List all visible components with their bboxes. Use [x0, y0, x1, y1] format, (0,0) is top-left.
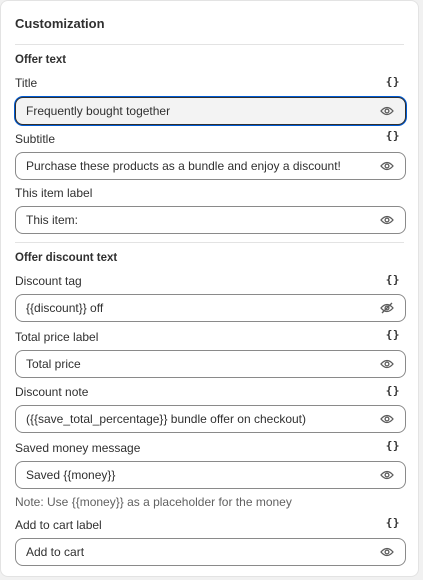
this-item-input[interactable]: This item: — [15, 206, 406, 234]
add-to-cart-variables-icon[interactable]: {} — [386, 516, 400, 529]
eye-icon[interactable] — [379, 158, 395, 174]
discount-tag-input-value: {{discount}} off — [26, 301, 104, 315]
title-input-value: Frequently bought together — [26, 104, 171, 118]
discount-note-input-value: ({{save_total_percentage}} bundle offer … — [26, 412, 306, 426]
discount-tag-label: Discount tag — [15, 274, 82, 288]
eye-slash-icon[interactable] — [379, 300, 395, 316]
discount-note-input[interactable]: ({{save_total_percentage}} bundle offer … — [15, 405, 406, 433]
eye-icon[interactable] — [379, 103, 395, 119]
add-to-cart-label: Add to cart label — [15, 518, 102, 532]
add-to-cart-input[interactable]: Add to cart — [15, 538, 406, 566]
total-price-label: Total price label — [15, 330, 99, 344]
eye-icon[interactable] — [379, 411, 395, 427]
discount-tag-variables-icon[interactable]: {} — [386, 273, 400, 286]
saved-money-input[interactable]: Saved {{money}} — [15, 461, 406, 489]
subtitle-input-value: Purchase these products as a bundle and … — [26, 159, 341, 173]
subtitle-label: Subtitle — [15, 132, 56, 146]
customization-card: Customization Offer text Title {} Freque… — [0, 0, 419, 577]
subtitle-input[interactable]: Purchase these products as a bundle and … — [15, 152, 406, 180]
title-label: Title — [15, 76, 38, 90]
subtitle-variables-icon[interactable]: {} — [386, 129, 400, 142]
saved-money-note: Note: Use {{money}} as a placeholder for… — [15, 495, 292, 509]
total-price-input[interactable]: Total price — [15, 350, 406, 378]
divider — [15, 242, 404, 243]
section-title-offer-discount-text: Offer discount text — [15, 252, 118, 264]
total-price-variables-icon[interactable]: {} — [386, 328, 400, 341]
card-title: Customization — [15, 16, 105, 31]
title-input[interactable]: Frequently bought together — [15, 97, 406, 125]
eye-icon[interactable] — [379, 356, 395, 372]
this-item-label: This item label — [15, 186, 93, 200]
title-variables-icon[interactable]: {} — [386, 75, 400, 88]
discount-tag-input[interactable]: {{discount}} off — [15, 294, 406, 322]
section-title-offer-text: Offer text — [15, 54, 67, 66]
saved-money-input-value: Saved {{money}} — [26, 468, 116, 482]
saved-money-variables-icon[interactable]: {} — [386, 439, 400, 452]
saved-money-label: Saved money message — [15, 441, 141, 455]
add-to-cart-input-value: Add to cart — [26, 545, 85, 559]
this-item-input-value: This item: — [26, 213, 79, 227]
discount-note-variables-icon[interactable]: {} — [386, 384, 400, 397]
discount-note-label: Discount note — [15, 385, 89, 399]
divider — [15, 44, 404, 45]
total-price-input-value: Total price — [26, 357, 81, 371]
eye-icon[interactable] — [379, 467, 395, 483]
eye-icon[interactable] — [379, 212, 395, 228]
eye-icon[interactable] — [379, 544, 395, 560]
